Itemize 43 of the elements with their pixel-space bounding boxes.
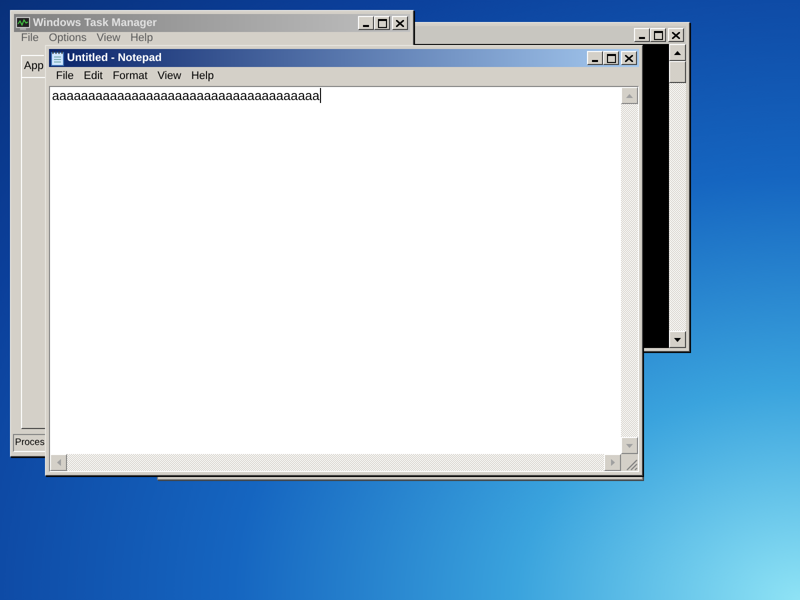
- minimize-button[interactable]: [358, 16, 374, 30]
- maximize-icon: [378, 18, 386, 28]
- down-arrow-icon: [626, 444, 633, 448]
- up-arrow-icon: [626, 94, 633, 98]
- menu-item[interactable]: Format: [108, 68, 153, 85]
- menu-item[interactable]: File: [51, 68, 79, 85]
- minimize-button[interactable]: [587, 51, 603, 65]
- menu-item[interactable]: View: [152, 68, 186, 85]
- close-button[interactable]: [392, 16, 408, 30]
- vertical-scrollbar[interactable]: [669, 44, 686, 348]
- horizontal-scrollbar[interactable]: [50, 454, 621, 471]
- scroll-up-button[interactable]: [669, 44, 686, 61]
- up-arrow-icon: [674, 50, 681, 54]
- scroll-down-button[interactable]: [669, 331, 686, 348]
- close-icon: [396, 20, 404, 26]
- menu-item[interactable]: Help: [186, 68, 219, 85]
- maximize-button[interactable]: [650, 28, 666, 42]
- close-icon: [672, 32, 680, 38]
- close-icon: [625, 54, 633, 62]
- left-arrow-icon: [56, 459, 60, 466]
- maximize-icon: [654, 30, 662, 40]
- menu-item[interactable]: File: [16, 32, 44, 45]
- right-arrow-icon: [610, 459, 614, 466]
- maximize-icon: [606, 54, 616, 62]
- scroll-right-button[interactable]: [604, 454, 621, 471]
- notepad-icon: [51, 50, 64, 66]
- maximize-button[interactable]: [603, 51, 619, 65]
- close-button[interactable]: [668, 28, 684, 42]
- menu-item[interactable]: Edit: [78, 68, 108, 85]
- menu-item[interactable]: View: [92, 32, 126, 45]
- monitor-icon: [16, 16, 30, 30]
- down-arrow-icon: [674, 338, 681, 342]
- minimize-button[interactable]: [634, 28, 650, 42]
- tab[interactable]: App: [21, 55, 44, 76]
- window-title: Windows Task Manager: [33, 16, 157, 31]
- menu-item[interactable]: Help: [125, 32, 158, 45]
- window-title: Untitled - Notepad: [67, 50, 162, 66]
- close-button[interactable]: [621, 51, 637, 65]
- maximize-button[interactable]: [374, 16, 390, 30]
- text-content[interactable]: aaaaaaaaaaaaaaaaaaaaaaaaaaaaaaaaaaaaa: [52, 88, 321, 103]
- scroll-thumb[interactable]: [669, 61, 686, 83]
- menu-item[interactable]: Options: [44, 32, 92, 45]
- scroll-left-button[interactable]: [50, 454, 67, 471]
